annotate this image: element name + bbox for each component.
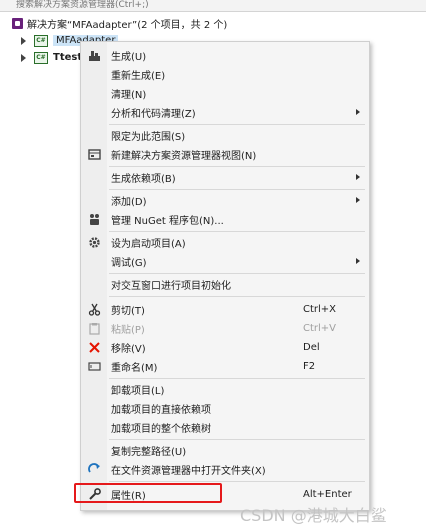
nuget-icon — [88, 213, 101, 226]
gear-icon — [88, 236, 101, 249]
menu-item-startup[interactable]: 设为启动项目(A) — [81, 233, 369, 252]
menu-item-clean[interactable]: 清理(N) — [81, 84, 369, 103]
highlight-box — [74, 483, 222, 503]
solution-icon — [12, 18, 23, 29]
menu-item-open-folder[interactable]: 在文件资源管理器中打开文件夹(X) — [81, 460, 369, 479]
context-menu: 生成(U) 重新生成(E) 清理(N) 分析和代码清理(Z) 限定为此范围(S)… — [80, 41, 370, 511]
remove-x-icon — [88, 341, 101, 354]
submenu-arrow-icon — [356, 258, 360, 264]
csharp-project-icon: C# — [34, 34, 48, 47]
menu-item-debug[interactable]: 调试(G) — [81, 252, 369, 271]
menu-item-rebuild[interactable]: 重新生成(E) — [81, 65, 369, 84]
menu-item-load-tree[interactable]: 加载项目的整个依赖树 — [81, 418, 369, 437]
new-view-icon — [88, 148, 101, 161]
refresh-arrow-icon — [88, 463, 101, 476]
menu-item-analyze[interactable]: 分析和代码清理(Z) — [81, 103, 369, 122]
menu-item-rename[interactable]: 重命名(M) F2 — [81, 357, 369, 376]
project-label: Ttest — [53, 52, 83, 63]
csharp-project-icon: C# — [34, 51, 48, 64]
scissors-icon — [88, 303, 101, 316]
clipboard-icon — [88, 322, 101, 335]
build-icon — [88, 49, 101, 62]
submenu-arrow-icon — [356, 197, 360, 203]
menu-item-cut[interactable]: 剪切(T) Ctrl+X — [81, 300, 369, 319]
menu-item-new-view[interactable]: 新建解决方案资源管理器视图(N) — [81, 145, 369, 164]
menu-item-remove[interactable]: 移除(V) Del — [81, 338, 369, 357]
solution-label: 解决方案“MFAadapter”(2 个项目，共 2 个) — [27, 20, 228, 31]
search-input[interactable]: 搜索解决方案资源管理器(Ctrl+;) — [0, 0, 426, 12]
menu-item-nuget[interactable]: 管理 NuGet 程序包(N)... — [81, 210, 369, 229]
expand-icon[interactable] — [20, 36, 28, 46]
menu-item-build[interactable]: 生成(U) — [81, 46, 369, 65]
menu-item-build-deps[interactable]: 生成依赖项(B) — [81, 168, 369, 187]
menu-item-interactive[interactable]: 对交互窗口进行项目初始化 — [81, 275, 369, 294]
watermark: CSDN @港城大白鲨 — [240, 506, 387, 525]
submenu-arrow-icon — [356, 174, 360, 180]
menu-item-load-direct[interactable]: 加载项目的直接依赖项 — [81, 399, 369, 418]
rename-icon — [88, 360, 101, 373]
menu-item-scope[interactable]: 限定为此范围(S) — [81, 126, 369, 145]
menu-item-unload[interactable]: 卸载项目(L) — [81, 380, 369, 399]
submenu-arrow-icon — [356, 109, 360, 115]
menu-item-add[interactable]: 添加(D) — [81, 191, 369, 210]
expand-icon[interactable] — [20, 53, 28, 63]
menu-item-paste[interactable]: 粘贴(P) Ctrl+V — [81, 319, 369, 338]
menu-item-copy-path[interactable]: 复制完整路径(U) — [81, 441, 369, 460]
